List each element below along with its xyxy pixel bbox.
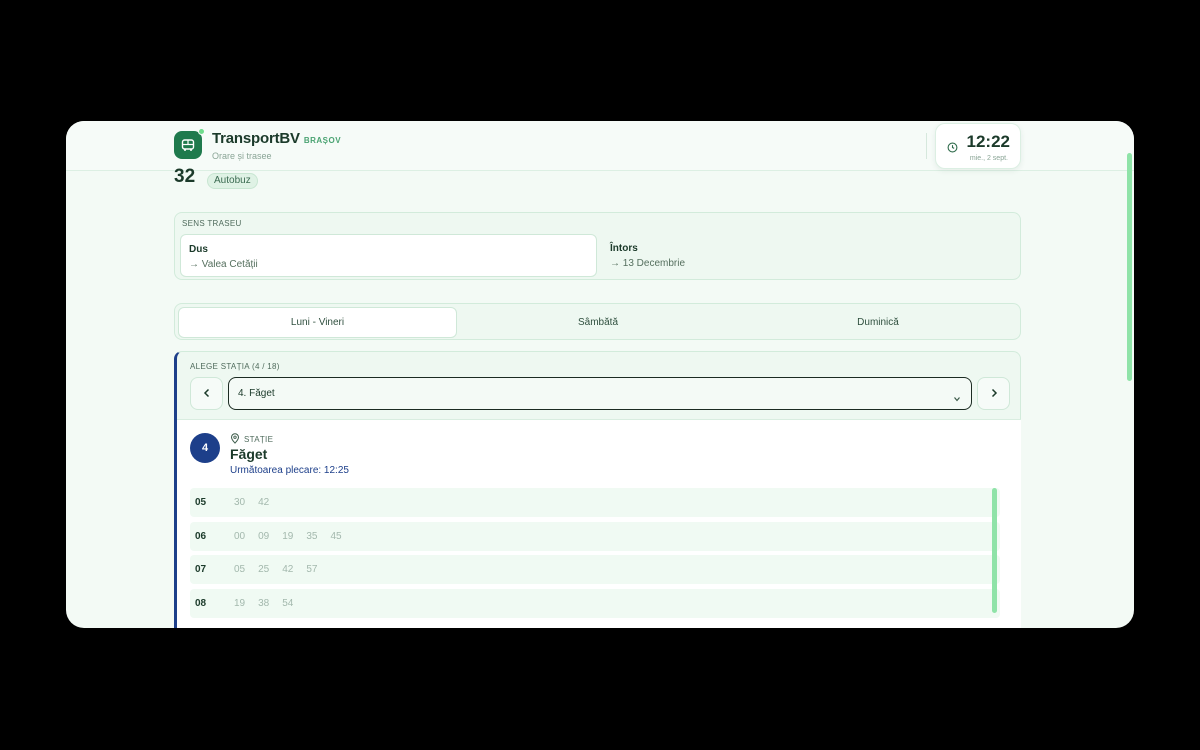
previous-station-button[interactable] bbox=[190, 377, 223, 410]
station-kind-label: STAȚIE bbox=[244, 435, 274, 444]
timetable-minutes: 00 09 19 35 45 bbox=[234, 531, 342, 542]
timetable-row: 07 05 25 42 57 bbox=[190, 555, 1000, 584]
app-window: TransportBV BRAȘOV Orare și trasee 12:22 … bbox=[66, 121, 1134, 628]
tab-saturday[interactable]: Sâmbătă bbox=[459, 307, 737, 338]
departure-minute[interactable]: 42 bbox=[282, 564, 293, 575]
status-dot bbox=[198, 128, 205, 135]
timetable-hour: 08 bbox=[195, 597, 207, 609]
direction-destination: → 13 Decembrie bbox=[610, 258, 686, 269]
timetable-hour: 06 bbox=[195, 530, 207, 542]
timetable: 05 30 42 06 00 09 19 35 45 07 05 25 42 57 08 19 38 54 bbox=[190, 488, 1000, 622]
chevron-down-icon bbox=[953, 390, 961, 408]
chevron-left-icon bbox=[202, 385, 212, 403]
departure-minute[interactable]: 45 bbox=[331, 531, 342, 542]
tab-weekdays[interactable]: Luni - Vineri bbox=[178, 307, 457, 338]
departure-minute[interactable]: 19 bbox=[282, 531, 293, 542]
direction-title: Întors bbox=[610, 243, 638, 254]
timetable-row: 05 30 42 bbox=[190, 488, 1000, 517]
timetable-hour: 07 bbox=[195, 564, 207, 575]
clock-date: mie., 2 sept. bbox=[969, 155, 1008, 162]
brand-city: BRAȘOV bbox=[303, 136, 342, 145]
station-details: 4 STAȚIE Făget Următoarea plecare: 12:25… bbox=[177, 419, 1021, 628]
brand-name: TransportBV bbox=[212, 130, 300, 147]
departure-minute[interactable]: 54 bbox=[282, 598, 293, 609]
departure-minute[interactable]: 05 bbox=[234, 564, 245, 575]
timetable-scrollbar[interactable] bbox=[992, 488, 997, 613]
clock-widget: 12:22 mie., 2 sept. bbox=[935, 123, 1021, 169]
clock-icon bbox=[947, 140, 958, 158]
page-scrollbar[interactable] bbox=[1127, 153, 1132, 381]
direction-title: Dus bbox=[189, 244, 208, 255]
departure-minute[interactable]: 42 bbox=[258, 497, 269, 508]
app-header: TransportBV BRAȘOV Orare și trasee 12:22 … bbox=[66, 121, 1134, 171]
brand: TransportBV BRAȘOV Orare și trasee bbox=[212, 130, 341, 161]
station-panel: ALEGE STAȚIA (4 / 18) 4. Făget 4 STAȚIE … bbox=[174, 351, 1021, 628]
timetable-minutes: 05 25 42 57 bbox=[234, 564, 318, 575]
station-select-value: 4. Făget bbox=[238, 388, 275, 399]
station-name: Făget bbox=[230, 446, 268, 462]
brand-subtitle: Orare și trasee bbox=[212, 151, 272, 161]
station-select[interactable]: 4. Făget bbox=[228, 377, 972, 410]
departure-minute[interactable]: 09 bbox=[258, 531, 269, 542]
timetable-minutes: 19 38 54 bbox=[234, 598, 293, 609]
station-number-badge: 4 bbox=[190, 433, 220, 463]
header-divider bbox=[926, 133, 927, 159]
departure-minute[interactable]: 19 bbox=[234, 598, 245, 609]
tab-sunday[interactable]: Duminică bbox=[739, 307, 1017, 338]
direction-label: SENS TRASEU bbox=[182, 219, 242, 228]
direction-option-intors[interactable]: Întors → 13 Decembrie bbox=[602, 234, 1016, 277]
direction-option-dus[interactable]: Dus → Valea Cetății bbox=[180, 234, 597, 277]
departure-minute[interactable]: 00 bbox=[234, 531, 245, 542]
station-kind: STAȚIE bbox=[230, 433, 273, 446]
next-station-button[interactable] bbox=[977, 377, 1010, 410]
station-picker-label: ALEGE STAȚIA (4 / 18) bbox=[190, 362, 280, 371]
departure-minute[interactable]: 25 bbox=[258, 564, 269, 575]
timetable-minutes: 30 42 bbox=[234, 497, 269, 508]
chevron-right-icon bbox=[989, 385, 999, 403]
departure-minute[interactable]: 38 bbox=[258, 598, 269, 609]
line-number: 32 bbox=[174, 166, 196, 187]
departure-minute[interactable]: 35 bbox=[306, 531, 317, 542]
timetable-row: 06 00 09 19 35 45 bbox=[190, 521, 1000, 551]
day-tabs: Luni - Vineri Sâmbătă Duminică bbox=[174, 303, 1021, 340]
next-departure: Următoarea plecare: 12:25 bbox=[230, 465, 349, 476]
bus-icon[interactable] bbox=[174, 128, 205, 159]
direction-panel: SENS TRASEU Dus → Valea Cetății Întors →… bbox=[174, 212, 1021, 280]
map-pin-icon bbox=[230, 433, 240, 446]
timetable-row: 08 19 38 54 bbox=[190, 588, 1000, 618]
departure-minute[interactable]: 57 bbox=[306, 564, 317, 575]
vehicle-type-badge: Autobuz bbox=[207, 173, 258, 189]
departure-minute[interactable]: 30 bbox=[234, 497, 245, 508]
timetable-hour: 05 bbox=[195, 497, 207, 508]
clock-time: 12:22 bbox=[966, 132, 1010, 151]
direction-destination: → Valea Cetății bbox=[189, 259, 258, 270]
